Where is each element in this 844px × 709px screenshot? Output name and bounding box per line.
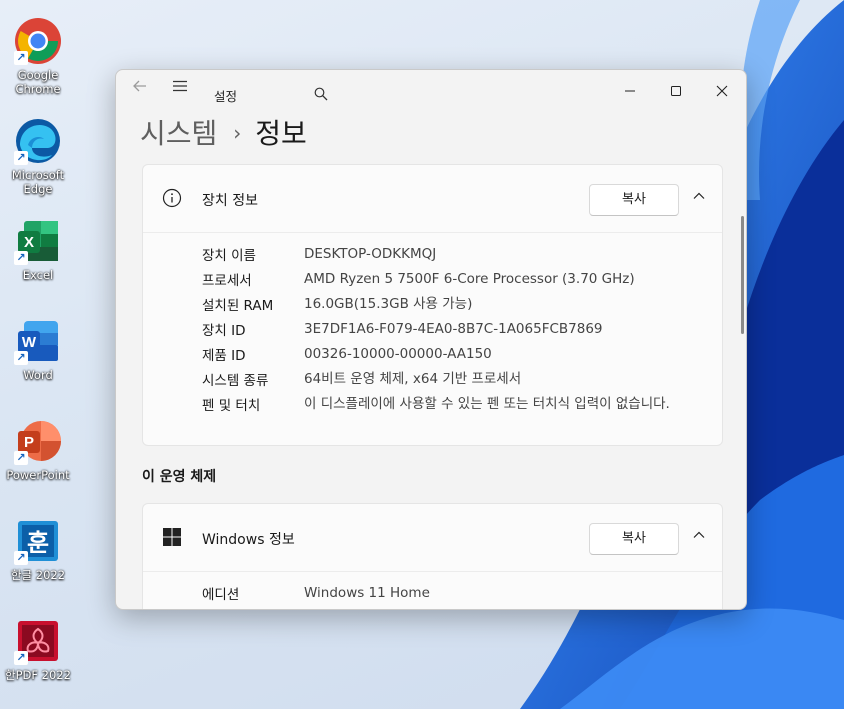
desktop-icon-label: 한PDF 2022 [5,668,71,682]
desktop-icon-label: Google Chrome [15,68,61,96]
desktop-icon-edge[interactable]: ↗ Microsoft Edge [4,117,72,196]
spec-key: 시스템 종류 [202,373,269,389]
shortcut-arrow-icon: ↗ [14,51,28,65]
spec-value: 64비트 운영 체제, x64 기반 프로세서 [304,371,522,387]
device-spec-list: 장치 이름 DESKTOP-ODKKMQJ 프로세서 AMD Ryzen 5 7… [143,240,722,438]
desktop-icon-word[interactable]: W ↗ Word [4,317,72,382]
shortcut-arrow-icon: ↗ [14,651,28,665]
spec-value: DESKTOP-ODKKMQJ [304,246,437,262]
device-specs-title: 장치 정보 [202,193,258,209]
svg-text:X: X [24,234,34,251]
shortcut-arrow-icon: ↗ [14,151,28,165]
spec-key: 장치 이름 [202,248,256,264]
windows-spec-list: 에디션 Windows 11 Home [143,579,722,604]
back-button[interactable] [132,78,148,98]
svg-text:W: W [22,334,37,351]
info-icon [162,188,182,208]
spec-key: 제품 ID [202,348,246,364]
windows-specs-header[interactable]: Windows 정보 복사 [143,504,722,572]
minimize-button[interactable] [608,76,652,106]
shortcut-arrow-icon: ↗ [14,251,28,265]
windows-specs-card: Windows 정보 복사 에디션 Windows 11 Home [142,503,723,609]
spec-row-product-id: 제품 ID 00326-10000-00000-AA150 [143,340,722,365]
spec-key: 에디션 [202,587,240,603]
nav-menu-button[interactable] [172,78,188,98]
spec-row-ram: 설치된 RAM 16.0GB(15.3GB 사용 가능) [143,290,722,315]
copy-button[interactable]: 복사 [589,523,679,555]
spec-key: 설치된 RAM [202,298,274,314]
desktop-icon-hangul[interactable]: 훈 ↗ 한글 2022 [4,517,72,582]
desktop-icon-label: Microsoft Edge [11,168,65,196]
shortcut-arrow-icon: ↗ [14,451,28,465]
breadcrumb-parent[interactable]: 시스템 [140,117,217,150]
spec-value: 00326-10000-00000-AA150 [304,346,492,362]
copy-button[interactable]: 복사 [589,184,679,216]
close-icon [716,85,728,97]
chevron-up-icon[interactable] [692,528,706,542]
breadcrumb: 시스템 › 정보 [140,112,307,152]
desktop-icon-label: 한글 2022 [10,568,66,582]
settings-window: 설정 시스템 › 정보 장치 정보 복사 장치 이름 DESKTOP-ODKKM… [115,69,747,610]
search-icon [314,87,328,101]
minimize-icon [625,90,635,92]
spec-key: 장치 ID [202,323,246,339]
desktop-icon-label: Word [23,368,53,382]
spec-row-device-name: 장치 이름 DESKTOP-ODKKMQJ [143,240,722,265]
back-arrow-icon [133,80,146,92]
title-bar: 설정 [116,70,746,116]
spec-value: 3E7DF1A6-F079-4EA0-8B7C-1A065FCB7869 [304,321,603,337]
spec-row-system-type: 시스템 종류 64비트 운영 체제, x64 기반 프로세서 [143,365,722,390]
breadcrumb-separator: › [233,121,242,145]
spec-row-processor: 프로세서 AMD Ryzen 5 7500F 6-Core Processor … [143,265,722,290]
spec-value: 이 디스플레이에 사용할 수 있는 펜 또는 터치식 입력이 없습니다. [304,396,670,412]
search-button[interactable] [314,86,328,105]
shortcut-arrow-icon: ↗ [14,351,28,365]
shortcut-arrow-icon: ↗ [14,551,28,565]
spec-row-device-id: 장치 ID 3E7DF1A6-F079-4EA0-8B7C-1A065FCB78… [143,315,722,340]
desktop-icon-hanpdf[interactable]: ↗ 한PDF 2022 [4,617,72,682]
desktop-icon-label: Excel [22,268,54,282]
page-title: 정보 [255,117,307,150]
windows-logo-icon [163,528,181,546]
device-specs-header[interactable]: 장치 정보 복사 [143,165,722,233]
maximize-button[interactable] [654,76,698,106]
spec-key: 프로세서 [202,273,252,289]
device-specs-card: 장치 정보 복사 장치 이름 DESKTOP-ODKKMQJ 프로세서 AMD … [142,164,723,446]
spec-key: 펜 및 터치 [202,398,261,414]
spec-row-edition: 에디션 Windows 11 Home [143,579,722,604]
spec-value: AMD Ryzen 5 7500F 6-Core Processor (3.70… [304,271,635,287]
maximize-icon [671,86,681,96]
scrollbar-thumb[interactable] [741,216,744,334]
spec-value: 16.0GB(15.3GB 사용 가능) [304,296,473,312]
desktop-icon-chrome[interactable]: ↗ Google Chrome [4,17,72,96]
os-section-title: 이 운영 체제 [142,469,217,485]
spec-row-pen-touch: 펜 및 터치 이 디스플레이에 사용할 수 있는 펜 또는 터치식 입력이 없습… [143,390,722,438]
close-button[interactable] [700,76,744,106]
chevron-up-icon[interactable] [692,189,706,203]
hamburger-icon [173,80,187,92]
desktop-icon-label: PowerPoint [6,468,70,482]
desktop-icon-excel[interactable]: X ↗ Excel [4,217,72,282]
svg-text:훈: 훈 [27,529,49,557]
spec-value: Windows 11 Home [304,585,430,601]
svg-text:P: P [24,434,34,451]
desktop-icon-powerpoint[interactable]: P ↗ PowerPoint [4,417,72,482]
windows-specs-title: Windows 정보 [202,532,295,548]
window-title: 설정 [214,89,238,104]
